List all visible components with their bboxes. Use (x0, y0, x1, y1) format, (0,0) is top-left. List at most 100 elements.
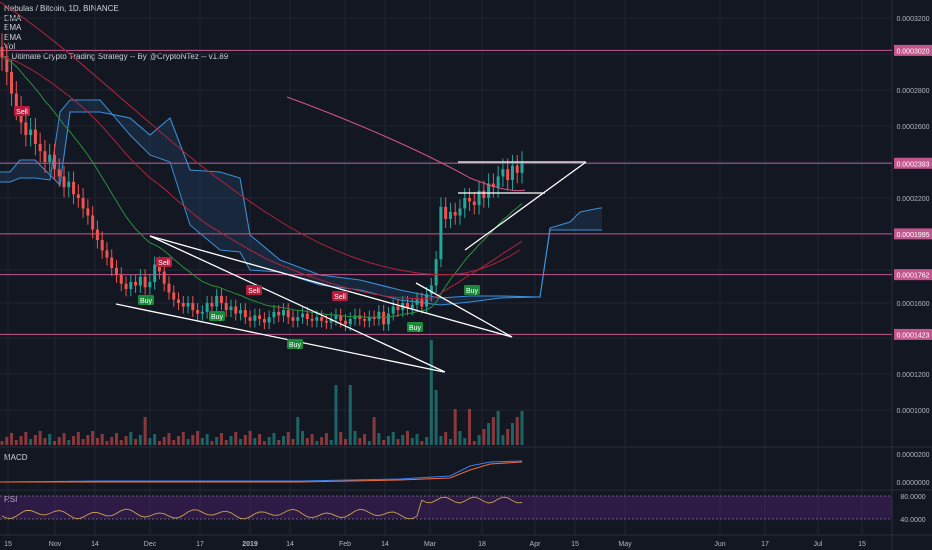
volume-bar (386, 436, 390, 445)
x-tick-label: 14 (286, 541, 294, 548)
x-tick-label: May (618, 541, 632, 548)
price-level-label: 0.0001995 (896, 232, 929, 239)
volume-bar (14, 440, 18, 445)
volume-bar (143, 417, 147, 445)
candle-body (510, 165, 514, 180)
candle-body (396, 306, 400, 311)
volume-bar (296, 417, 300, 445)
buy-signal-label: Buy (211, 314, 224, 321)
buy-signal-label: Buy (409, 325, 422, 332)
volume-bar (324, 433, 328, 445)
candle-body (520, 162, 524, 173)
volume-bar (91, 431, 95, 445)
volume-bar (496, 411, 500, 445)
candle-body (10, 72, 14, 94)
volume-bar (248, 431, 252, 445)
x-tick-label: 18 (478, 541, 486, 548)
volume-bar (477, 435, 481, 445)
volume-bar (43, 438, 47, 445)
candle-body (224, 303, 228, 311)
price-level-label: 0.0001423 (896, 332, 929, 339)
volume-bar (243, 435, 247, 445)
candle-body (496, 176, 500, 188)
candle-body (100, 240, 104, 251)
volume-bar (267, 437, 271, 445)
candles (0, 33, 524, 331)
candle-body (172, 292, 176, 300)
candle-body (506, 169, 510, 180)
candle-body (72, 181, 76, 195)
candle-body (305, 313, 309, 319)
volume-bar (382, 440, 386, 445)
x-tick-label: Jul (814, 541, 823, 548)
volume-bar (114, 433, 118, 445)
volume-bar (129, 432, 133, 445)
volume-bar (110, 437, 114, 445)
x-tick-label: 15 (4, 541, 12, 548)
volume-bar (515, 417, 519, 445)
candle-body (234, 306, 238, 314)
volume-bar (406, 431, 410, 445)
macd-line (0, 460, 523, 483)
candle-body (138, 276, 142, 286)
volume-bar (415, 434, 419, 445)
candle-body (277, 311, 281, 316)
macd-tick-label: 0.0000200 (896, 452, 929, 459)
trendline (464, 161, 587, 251)
volume-bar (377, 433, 381, 445)
candle-body (310, 318, 314, 321)
candle-body (334, 315, 338, 319)
x-tick-label: 15 (571, 541, 579, 548)
volume-bar (186, 439, 190, 445)
volume-bar (320, 437, 324, 445)
volume-bar (468, 409, 472, 445)
candle-body (229, 306, 233, 311)
candle-body (348, 318, 352, 325)
candle-body (324, 320, 328, 323)
volume-bar (191, 435, 195, 445)
candle-body (482, 190, 486, 198)
volume-bar (372, 417, 376, 445)
candle-body (301, 313, 305, 318)
price-chart[interactable]: 0.0003020 0.0002393 0.0001995 0.0001762 0.00… (0, 0, 932, 550)
candle-body (43, 151, 47, 162)
candle-body (468, 198, 472, 202)
candle-body (191, 303, 195, 311)
volume-bar (234, 432, 238, 445)
candle-body (200, 311, 204, 314)
x-tick-label: 15 (858, 541, 866, 548)
volume-bar (396, 439, 400, 445)
candle-body (439, 206, 443, 260)
volume-bar (205, 434, 209, 445)
volume-bar (10, 433, 14, 445)
candle-body (33, 129, 37, 144)
candle-body (258, 315, 262, 319)
volume-bar (363, 434, 367, 445)
candle-body (14, 93, 18, 108)
x-tick-label: Feb (339, 541, 351, 548)
candle-body (272, 311, 276, 318)
volume-bar (48, 434, 52, 445)
volume-bar (219, 433, 223, 445)
candle-body (76, 194, 80, 198)
candle-body (448, 212, 452, 219)
volume-bar (215, 437, 219, 445)
candle-body (153, 264, 157, 282)
volume-bar (301, 431, 305, 445)
volume-bar (167, 433, 171, 445)
candle-body (353, 315, 357, 319)
volume-bar (434, 390, 438, 445)
candle-body (367, 317, 371, 321)
candle-body (181, 303, 185, 307)
candle-body (67, 181, 71, 188)
x-tick-label: Jun (714, 541, 725, 548)
candle-body (339, 315, 343, 321)
volume-bar (148, 438, 152, 445)
volume-bar (119, 440, 123, 445)
volume-bar (472, 441, 476, 445)
price-level-label: 0.0001762 (896, 273, 929, 280)
candle-body (487, 183, 491, 198)
candle-body (453, 212, 457, 216)
candle-body (296, 317, 300, 321)
candle-body (286, 310, 290, 318)
